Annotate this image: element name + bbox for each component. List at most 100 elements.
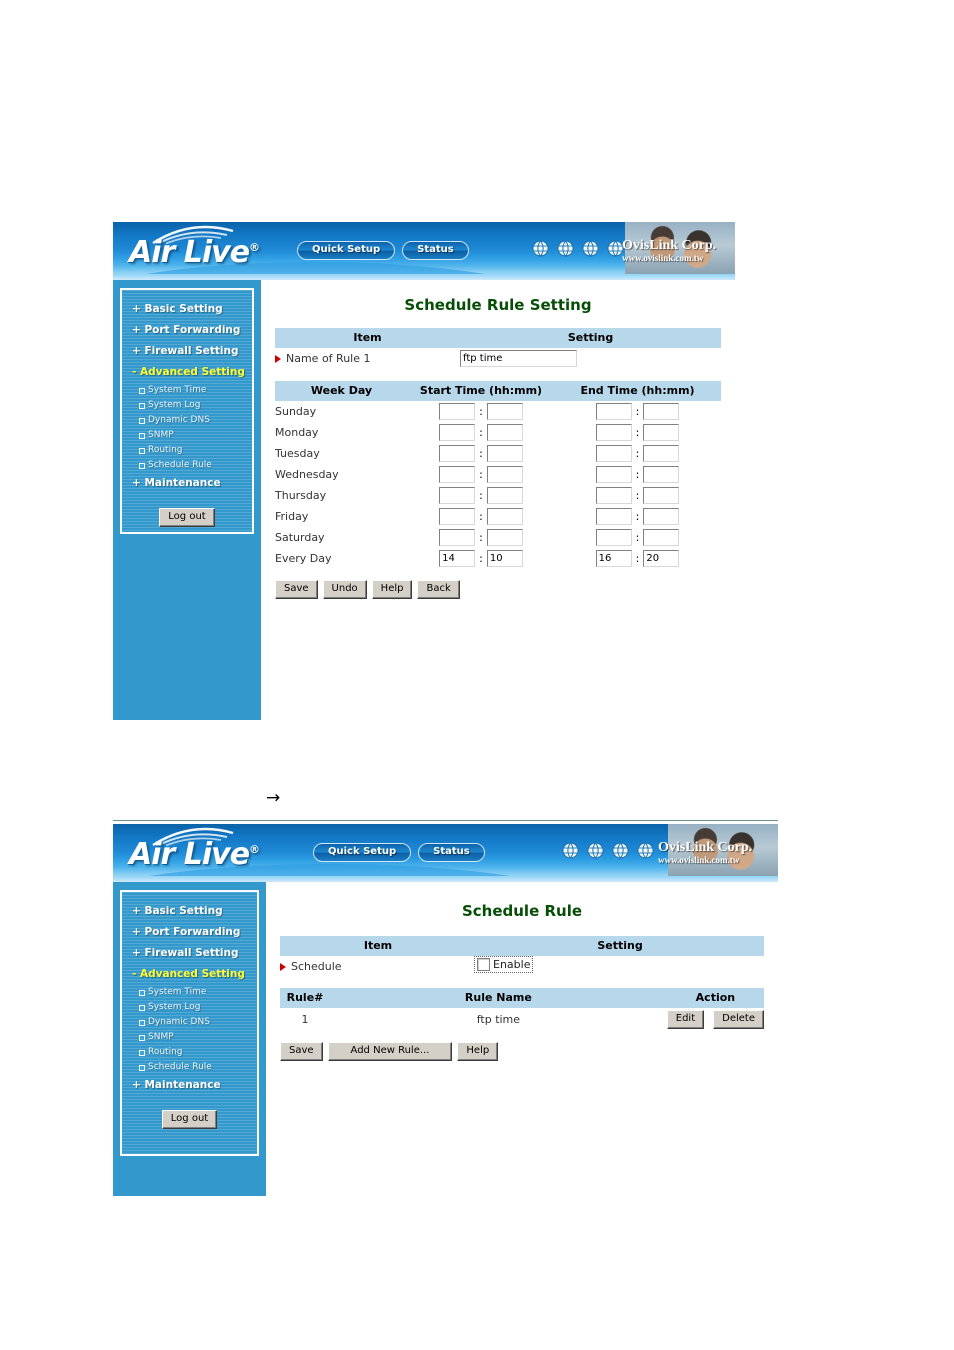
help-button[interactable]: Help (371, 580, 413, 599)
table-row: Schedule Enable (280, 956, 764, 976)
sidebar-item-dynamic-dns[interactable]: Dynamic DNS (128, 1015, 251, 1030)
start-hour-input[interactable] (439, 508, 476, 525)
red-arrow-icon (280, 962, 286, 971)
schedule-enable-checkbox[interactable] (477, 958, 490, 971)
end-hour-input[interactable] (595, 424, 632, 441)
logout-button[interactable]: Log out (161, 1110, 218, 1129)
table-row: Saturday : : (275, 527, 721, 548)
sidebar-item-system-time[interactable]: System Time (128, 383, 246, 398)
start-time-cell: : (408, 506, 554, 527)
banner-nav: Quick Setup Status (297, 241, 469, 260)
sidebar-item-system-log[interactable]: System Log (128, 398, 246, 413)
end-hour-input[interactable] (595, 529, 632, 546)
column-header-rule-num: Rule# (280, 988, 330, 1008)
start-hour-input[interactable] (439, 529, 476, 546)
sidebar-item-schedule-rule[interactable]: Schedule Rule (128, 458, 246, 473)
end-hour-input[interactable] (595, 403, 632, 420)
sidebar-item-basic-setting[interactable]: + Basic Setting (128, 299, 246, 320)
end-minute-input[interactable] (643, 445, 680, 462)
quick-setup-button[interactable]: Quick Setup (297, 241, 396, 260)
globe-icon[interactable] (612, 842, 629, 859)
end-hour-input[interactable] (595, 445, 632, 462)
end-hour-input[interactable] (595, 466, 632, 483)
start-hour-input[interactable] (439, 403, 476, 420)
sidebar-item-firewall-setting[interactable]: + Firewall Setting (128, 943, 251, 964)
start-hour-input[interactable] (439, 445, 476, 462)
table-row: Sunday : : (275, 401, 721, 422)
start-time-group: : (408, 466, 554, 483)
end-minute-input[interactable] (643, 424, 680, 441)
end-minute-input[interactable] (643, 550, 680, 567)
start-minute-input[interactable] (486, 424, 523, 441)
end-hour-input[interactable] (595, 508, 632, 525)
globe-icon[interactable] (557, 240, 574, 257)
end-hour-input[interactable] (595, 550, 632, 567)
sidebar-item-advanced-setting[interactable]: - Advanced Setting (128, 964, 251, 985)
end-minute-input[interactable] (643, 466, 680, 483)
ovislink-brand[interactable]: OvisLink Corp. www.ovislink.com.tw (658, 840, 752, 866)
rule-name-input[interactable] (460, 350, 577, 367)
start-time-group: : (408, 529, 554, 546)
start-minute-input[interactable] (486, 445, 523, 462)
start-hour-input[interactable] (439, 466, 476, 483)
globe-icon[interactable] (637, 842, 654, 859)
schedule-enable-checkbox-wrapper[interactable]: Enable (473, 956, 534, 973)
enable-label: Enable (493, 958, 531, 971)
sidebar-item-advanced-setting[interactable]: - Advanced Setting (128, 362, 246, 383)
sidebar-item-snmp[interactable]: SNMP (128, 428, 246, 443)
time-colon: : (479, 426, 483, 439)
logout-button[interactable]: Log out (159, 508, 215, 527)
sidebar: + Basic Setting + Port Forwarding + Fire… (113, 280, 261, 720)
status-button[interactable]: Status (402, 241, 469, 260)
ovislink-brand[interactable]: OvisLink Corp. www.ovislink.com.tw (622, 238, 716, 264)
quick-setup-button[interactable]: Quick Setup (313, 843, 412, 862)
start-hour-input[interactable] (439, 487, 476, 504)
logout-container: Log out (128, 506, 246, 527)
save-button[interactable]: Save (280, 1042, 323, 1061)
sidebar-item-port-forwarding[interactable]: + Port Forwarding (128, 922, 251, 943)
back-button[interactable]: Back (417, 580, 460, 599)
sidebar-item-routing[interactable]: Routing (128, 1045, 251, 1060)
status-button[interactable]: Status (418, 843, 485, 862)
start-hour-input[interactable] (439, 424, 476, 441)
globe-icon[interactable] (582, 240, 599, 257)
column-header-item: Item (275, 328, 460, 348)
sidebar-item-firewall-setting[interactable]: + Firewall Setting (128, 341, 246, 362)
sidebar-item-snmp[interactable]: SNMP (128, 1030, 251, 1045)
table-header-row: Item Setting (275, 328, 721, 348)
weekday-label: Wednesday (275, 468, 339, 481)
end-minute-input[interactable] (643, 529, 680, 546)
save-button[interactable]: Save (275, 580, 318, 599)
globe-icon[interactable] (562, 842, 579, 859)
end-minute-input[interactable] (643, 403, 680, 420)
sidebar-item-port-forwarding[interactable]: + Port Forwarding (128, 320, 246, 341)
sidebar-item-routing[interactable]: Routing (128, 443, 246, 458)
sidebar-item-basic-setting[interactable]: + Basic Setting (128, 901, 251, 922)
end-hour-input[interactable] (595, 487, 632, 504)
schedule-label-cell: Schedule (280, 956, 476, 976)
end-time-group: : (554, 508, 721, 525)
start-minute-input[interactable] (486, 529, 523, 546)
start-minute-input[interactable] (486, 487, 523, 504)
sidebar-item-schedule-rule[interactable]: Schedule Rule (128, 1060, 251, 1075)
help-button[interactable]: Help (457, 1042, 499, 1061)
sidebar-item-system-log[interactable]: System Log (128, 1000, 251, 1015)
delete-rule-button[interactable]: Delete (713, 1010, 764, 1029)
add-new-rule-button[interactable]: Add New Rule... (327, 1042, 453, 1061)
start-minute-input[interactable] (486, 403, 523, 420)
undo-button[interactable]: Undo (322, 580, 367, 599)
start-minute-input[interactable] (486, 466, 523, 483)
sidebar-item-maintenance[interactable]: + Maintenance (128, 473, 246, 494)
sidebar-item-system-time[interactable]: System Time (128, 985, 251, 1000)
end-minute-input[interactable] (643, 487, 680, 504)
start-minute-input[interactable] (486, 508, 523, 525)
rule-name-value-cell (460, 348, 721, 369)
end-minute-input[interactable] (643, 508, 680, 525)
sidebar-item-dynamic-dns[interactable]: Dynamic DNS (128, 413, 246, 428)
start-minute-input[interactable] (486, 550, 523, 567)
start-hour-input[interactable] (439, 550, 476, 567)
sidebar-item-maintenance[interactable]: + Maintenance (128, 1075, 251, 1096)
edit-rule-button[interactable]: Edit (666, 1010, 705, 1029)
globe-icon[interactable] (587, 842, 604, 859)
globe-icon[interactable] (532, 240, 549, 257)
